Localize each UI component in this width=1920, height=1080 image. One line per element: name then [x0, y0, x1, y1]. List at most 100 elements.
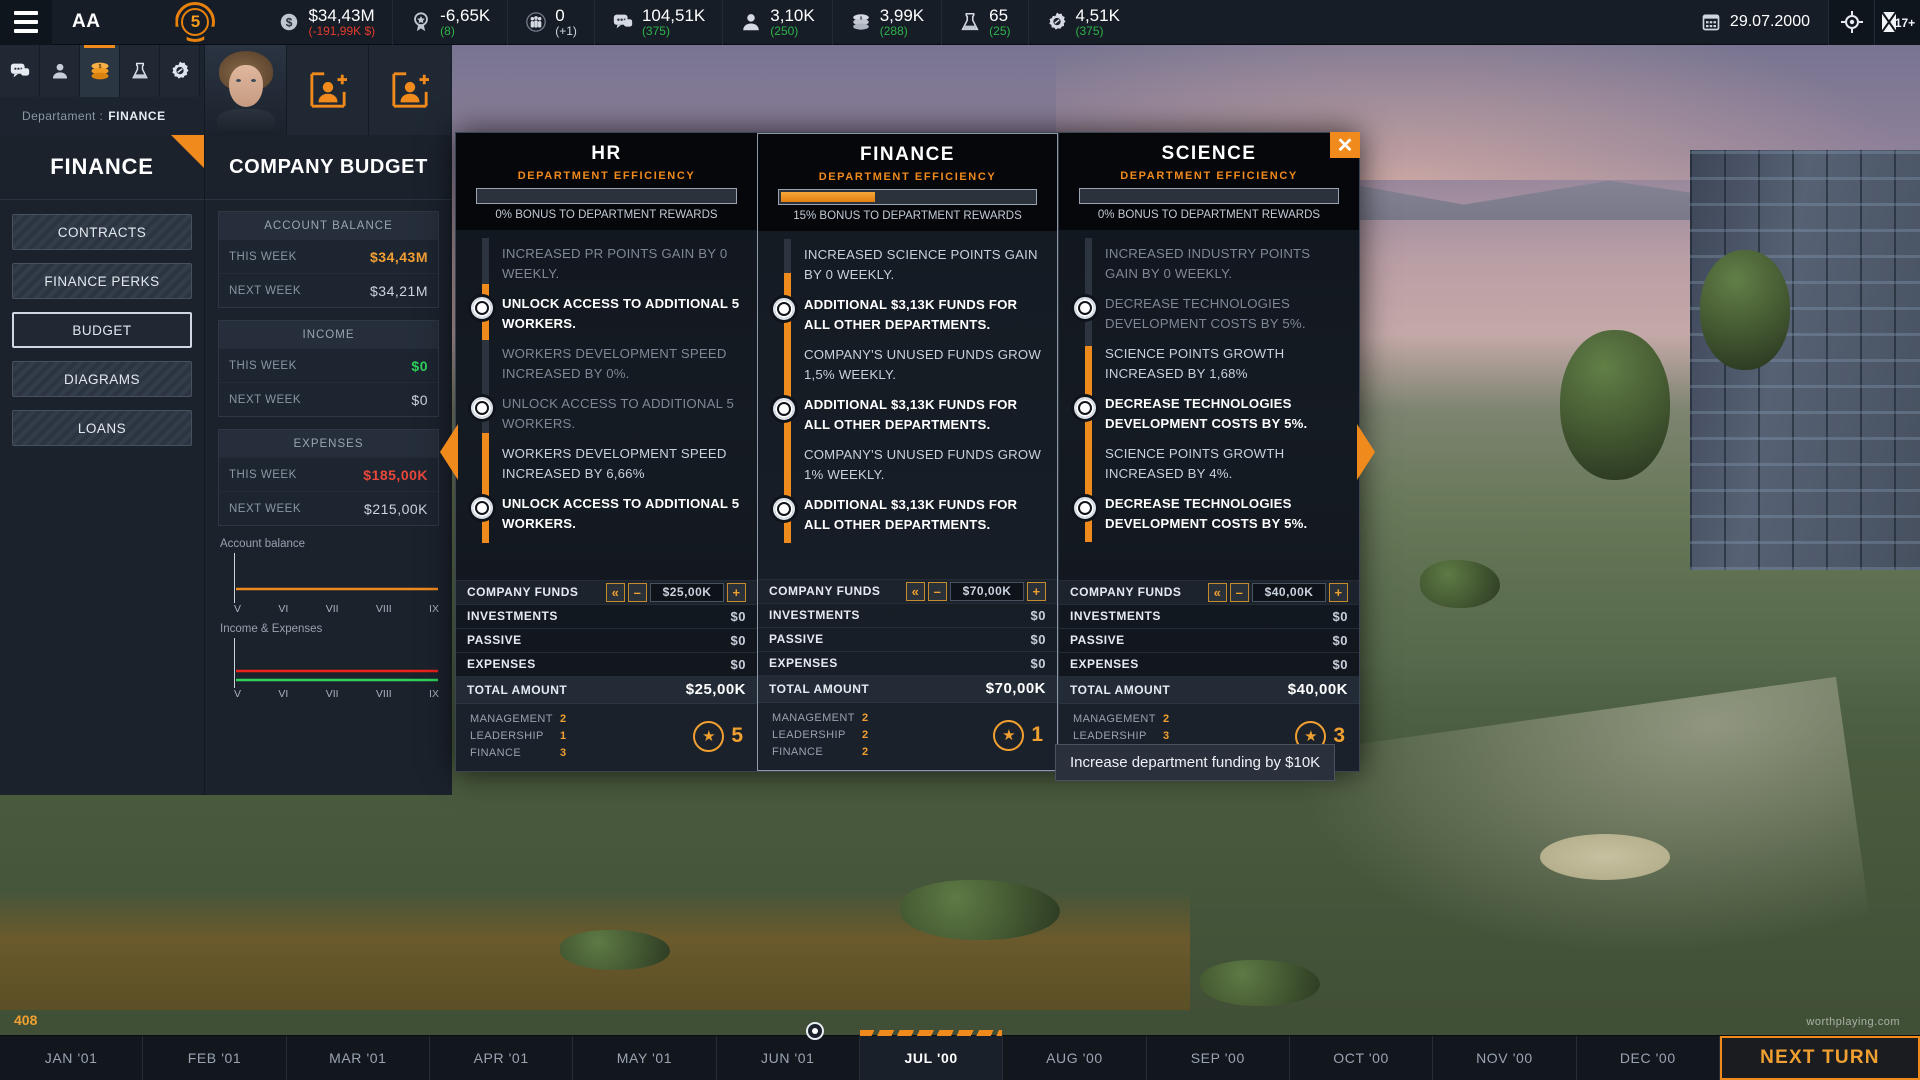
perk-item[interactable]: COMPANY'S UNUSED FUNDS GROW 1,5% WEEKLY.	[770, 345, 1045, 395]
money-icon: $	[281, 13, 298, 31]
resource-pr-points[interactable]: 104,51K (375)	[593, 0, 722, 45]
timeline-month-mar-01[interactable]: MAR '01	[287, 1036, 430, 1080]
population-icon	[526, 12, 547, 32]
perk-item[interactable]: DECREASE TECHNOLOGIES DEVELOPMENT COSTS …	[1071, 494, 1347, 544]
row-label: THIS WEEK	[229, 250, 297, 263]
perk-item[interactable]: UNLOCK ACCESS TO ADDITIONAL 5 WORKERS.	[468, 494, 745, 544]
funds-decrease-button[interactable]: –	[1230, 582, 1249, 602]
funds-value: $40,00K	[1252, 582, 1326, 602]
timeline-bar: JAN '01 FEB '01 MAR '01 APR '01 MAY '01 …	[0, 1030, 1920, 1080]
timeline-month-may-01[interactable]: MAY '01	[573, 1036, 717, 1080]
add-person-icon	[391, 72, 429, 108]
total-amount-row: TOTAL AMOUNT $25,00K	[456, 675, 757, 703]
funds-block-finance: COMPANY FUNDS « – $70,00K + INVESTMENTS $…	[758, 578, 1057, 770]
perk-item[interactable]: SCIENCE POINTS GROWTH INCREASED BY 4%.	[1071, 444, 1347, 494]
age-rating-button[interactable]: 17+	[1874, 0, 1920, 45]
sidebar-item-loans[interactable]: LOANS	[12, 410, 192, 446]
tab-finance[interactable]: $	[80, 45, 120, 97]
timeline-month-oct-00[interactable]: OCT '00	[1290, 1036, 1434, 1080]
perk-item[interactable]: INCREASED PR POINTS GAIN BY 0 WEEKLY.	[468, 244, 745, 294]
expenses-header: EXPENSES	[219, 430, 438, 457]
add-person-icon	[309, 72, 347, 108]
income-expenses-xticks: V VI VII VIII IX	[234, 688, 439, 700]
company-funds-label: COMPANY FUNDS	[769, 584, 881, 599]
rating-value: 1	[1031, 723, 1043, 747]
department-tab-strip: $ Departament: FINANCE	[0, 45, 452, 135]
main-menu-button[interactable]	[0, 0, 52, 45]
timeline-month-jun-01[interactable]: JUN '01	[717, 1036, 860, 1080]
tab-industry[interactable]	[160, 45, 200, 97]
company-funds-row: COMPANY FUNDS « – $40,00K +	[1059, 579, 1359, 604]
sidebar-item-contracts[interactable]: CONTRACTS	[12, 214, 192, 250]
rating-value: 5	[731, 724, 743, 748]
perk-item[interactable]: INCREASED INDUSTRY POINTS GAIN BY 0 WEEK…	[1071, 244, 1347, 294]
income-expenses-lines	[236, 669, 438, 682]
table-row: PASSIVE $0	[1059, 627, 1359, 652]
timeline-month-sep-00[interactable]: SEP '00	[1147, 1036, 1290, 1080]
prev-department-arrow[interactable]	[440, 424, 458, 480]
sidebar-item-diagrams[interactable]: DIAGRAMS	[12, 361, 192, 397]
resource-population[interactable]: 0 (+1)	[507, 0, 594, 45]
funds-increase-button[interactable]: +	[1329, 582, 1348, 602]
perk-item[interactable]: UNLOCK ACCESS TO ADDITIONAL 5 WORKERS.	[468, 394, 745, 444]
perk-item[interactable]: ADDITIONAL $3,13K FUNDS FOR ALL OTHER DE…	[770, 395, 1045, 445]
total-amount-row: TOTAL AMOUNT $70,00K	[758, 674, 1057, 702]
funds-decrease-button[interactable]: –	[928, 581, 947, 601]
resource-funds-value: 3,99K	[879, 5, 925, 25]
perk-item[interactable]: UNLOCK ACCESS TO ADDITIONAL 5 WORKERS.	[468, 294, 745, 344]
resource-pr-points-value: 104,51K	[641, 5, 706, 25]
funds-reset-button[interactable]: «	[606, 582, 625, 602]
table-row: INVESTMENTS $0	[758, 602, 1057, 627]
hire-employee-button-2[interactable]	[368, 45, 450, 135]
resource-money[interactable]: $ $34,43M (-191,99K $)	[270, 0, 392, 45]
tab-communication[interactable]	[0, 45, 40, 97]
next-turn-button[interactable]: NEXT TURN	[1719, 1036, 1920, 1080]
perk-item[interactable]: DECREASE TECHNOLOGIES DEVELOPMENT COSTS …	[1071, 294, 1347, 344]
funds-reset-button[interactable]: «	[906, 581, 925, 601]
table-row: EXPENSES $0	[1059, 651, 1359, 676]
page-title: FINANCE ?	[0, 135, 232, 200]
score-value: 408	[14, 1012, 38, 1028]
resource-workers-delta: (250)	[770, 23, 799, 38]
perk-item[interactable]: COMPANY'S UNUSED FUNDS GROW 1% WEEKLY.	[770, 445, 1045, 495]
help-button[interactable]: ?	[171, 135, 232, 169]
timeline-month-aug-00[interactable]: AUG '00	[1003, 1036, 1147, 1080]
close-icon[interactable]: ✕	[1330, 132, 1360, 158]
perk-item[interactable]: WORKERS DEVELOPMENT SPEED INCREASED BY 6…	[468, 444, 745, 494]
manager-portrait[interactable]	[204, 45, 286, 135]
timeline-month-feb-01[interactable]: FEB '01	[143, 1036, 287, 1080]
timeline-month-jan-01[interactable]: JAN '01	[0, 1036, 144, 1080]
reputation-icon	[414, 12, 429, 32]
company-budget-title: COMPANY BUDGET	[205, 135, 452, 200]
sidebar-item-budget[interactable]: BUDGET	[12, 312, 192, 348]
resource-reputation[interactable]: -6,65K (8)	[392, 0, 507, 45]
perk-item[interactable]: WORKERS DEVELOPMENT SPEED INCREASED BY 0…	[468, 344, 745, 394]
department-indicator: Departament : FINANCE	[0, 97, 204, 135]
objectives-button[interactable]	[1828, 0, 1874, 45]
efficiency-label: DEPARTMENT EFFICIENCY	[818, 171, 997, 183]
perk-item[interactable]: DECREASE TECHNOLOGIES DEVELOPMENT COSTS …	[1071, 394, 1347, 444]
resource-workers[interactable]: 3,10K (250)	[722, 0, 831, 45]
resource-industry[interactable]: 4,51K (375)	[1027, 0, 1137, 45]
tab-hr[interactable]	[40, 45, 80, 97]
perk-item[interactable]: INCREASED SCIENCE POINTS GAIN BY 0 WEEKL…	[770, 245, 1045, 295]
perk-item[interactable]: ADDITIONAL $3,13K FUNDS FOR ALL OTHER DE…	[770, 295, 1045, 345]
tab-science[interactable]	[120, 45, 160, 97]
timeline-month-apr-01[interactable]: APR '01	[430, 1036, 574, 1080]
timeline-month-jul-00[interactable]: JUL '00	[859, 1030, 1004, 1080]
resource-money-value: $34,43M	[308, 5, 375, 25]
sidebar-item-finance-perks[interactable]: FINANCE PERKS	[12, 263, 192, 299]
next-department-arrow[interactable]	[1357, 424, 1375, 480]
funds-increase-button[interactable]: +	[727, 582, 746, 602]
resource-funds[interactable]: $ 3,99K (288)	[831, 0, 941, 45]
perk-item[interactable]: ADDITIONAL $3,13K FUNDS FOR ALL OTHER DE…	[770, 495, 1045, 545]
perk-item[interactable]: SCIENCE POINTS GROWTH INCREASED BY 1,68%	[1071, 344, 1347, 394]
hire-employee-button-1[interactable]	[286, 45, 368, 135]
department-budget-modal: ✕ HR DEPARTMENT EFFICIENCY 0% BONUS TO D…	[440, 132, 1375, 772]
funds-reset-button[interactable]: «	[1208, 582, 1227, 602]
timeline-month-dec-00[interactable]: DEC '00	[1577, 1036, 1720, 1080]
funds-decrease-button[interactable]: –	[628, 582, 647, 602]
timeline-month-nov-00[interactable]: NOV '00	[1433, 1036, 1577, 1080]
resource-science[interactable]: 65 (25)	[941, 0, 1027, 45]
funds-increase-button[interactable]: +	[1027, 581, 1046, 601]
